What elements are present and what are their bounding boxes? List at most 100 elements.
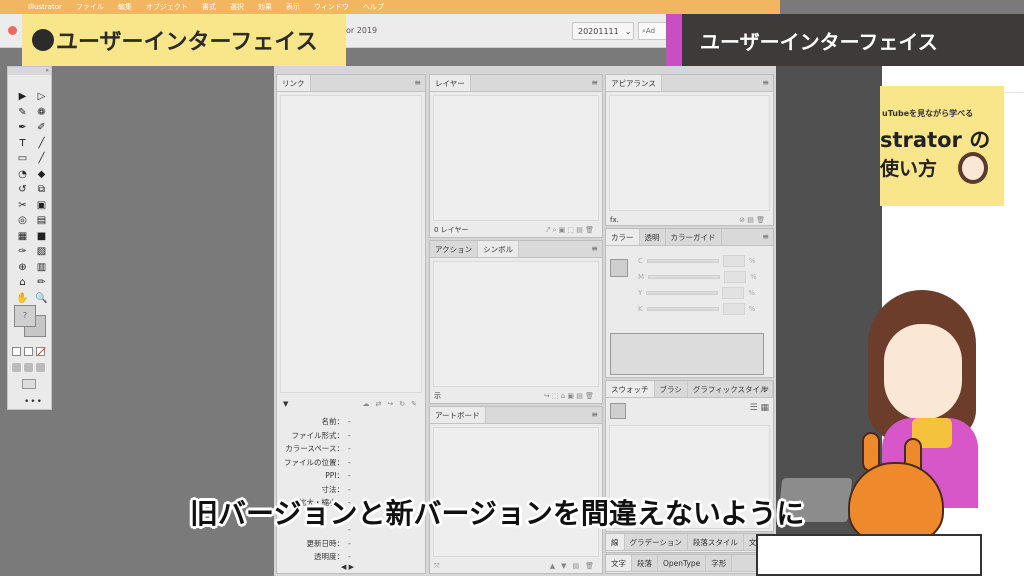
- close-window-button[interactable]: [8, 26, 17, 35]
- tab-color-guide[interactable]: カラーガイド: [666, 229, 722, 245]
- lasso-tool-icon[interactable]: ❁: [32, 105, 51, 121]
- tab-glyphs[interactable]: 字形: [706, 555, 733, 571]
- search-stock-input[interactable]: ⌕ Ad: [638, 22, 668, 40]
- menu-file[interactable]: ファイル: [76, 2, 104, 12]
- perspective-grid-tool-icon[interactable]: ▤: [32, 213, 51, 229]
- direct-selection-tool-icon[interactable]: ▷: [32, 89, 51, 105]
- fill-stroke-widget[interactable]: ?: [14, 305, 46, 337]
- width-tool-icon[interactable]: ✂: [13, 198, 32, 214]
- yellow-slider[interactable]: [646, 291, 719, 295]
- tab-layers[interactable]: レイヤー: [430, 75, 471, 91]
- rotate-tool-icon[interactable]: ↺: [13, 182, 32, 198]
- tools-panel-header[interactable]: «: [8, 67, 51, 75]
- free-transform-tool-icon[interactable]: ▣: [32, 198, 51, 214]
- tab-swatches[interactable]: スウォッチ: [606, 381, 655, 397]
- color-fill-stroke[interactable]: [610, 259, 628, 277]
- menu-type[interactable]: 書式: [202, 2, 216, 12]
- menu-effect[interactable]: 効果: [258, 2, 272, 12]
- tab-color[interactable]: カラー: [606, 229, 640, 245]
- panel-menu-icon[interactable]: ≡: [591, 244, 598, 253]
- tab-links[interactable]: リンク: [277, 75, 311, 91]
- cc-library-icon[interactable]: ☁: [363, 400, 370, 408]
- symbol-library-icon[interactable]: ⽰: [434, 391, 441, 401]
- line-tool-icon[interactable]: ╱: [32, 136, 51, 152]
- tab-stroke[interactable]: 線: [606, 534, 625, 550]
- tab-artboards[interactable]: アートボード: [430, 407, 486, 423]
- black-input[interactable]: [722, 303, 745, 315]
- yellow-input[interactable]: [722, 287, 745, 299]
- tab-brushes[interactable]: ブラシ: [655, 381, 688, 397]
- blend-tool-icon[interactable]: ▨: [32, 244, 51, 260]
- edit-toolbar-button[interactable]: •••: [24, 397, 43, 407]
- shaper-tool-icon[interactable]: ◔: [13, 167, 32, 183]
- none-button[interactable]: [36, 347, 45, 356]
- menu-illustrator[interactable]: Illustrator: [28, 3, 62, 11]
- draw-inside-icon[interactable]: [36, 363, 45, 372]
- color-button[interactable]: [12, 347, 21, 356]
- update-link-icon[interactable]: ↻: [399, 400, 405, 408]
- pen-tool-icon[interactable]: ✒: [13, 120, 32, 136]
- color-spectrum[interactable]: [610, 333, 764, 375]
- move-down-icon[interactable]: ▼: [561, 562, 566, 570]
- cyan-input[interactable]: [722, 255, 745, 267]
- goto-link-icon[interactable]: ↪: [387, 400, 393, 408]
- relink-icon[interactable]: ⇄: [376, 400, 382, 408]
- menu-window[interactable]: ウィンドウ: [314, 2, 349, 12]
- tab-character[interactable]: 文字: [606, 555, 632, 571]
- shape-builder-tool-icon[interactable]: ◎: [13, 213, 32, 229]
- expand-info-icon[interactable]: ▼: [277, 400, 288, 408]
- workspace-select[interactable]: 20201111 ⌄: [572, 22, 634, 40]
- draw-behind-icon[interactable]: [24, 363, 33, 372]
- black-slider[interactable]: [646, 307, 719, 311]
- rearrange-icon[interactable]: ⤧: [430, 562, 440, 571]
- tab-gradient[interactable]: グラデーション: [625, 534, 688, 550]
- selection-tool-icon[interactable]: ▶: [13, 89, 32, 105]
- magenta-input[interactable]: [724, 271, 747, 283]
- panel-menu-icon[interactable]: ≡: [414, 78, 421, 87]
- tab-transparency[interactable]: 透明: [640, 229, 666, 245]
- tab-paragraph-styles[interactable]: 段落スタイル: [688, 534, 744, 550]
- tab-actions[interactable]: アクション: [430, 241, 479, 257]
- delete-artboard-icon[interactable]: 🗑: [585, 562, 594, 570]
- menu-edit[interactable]: 編集: [118, 2, 132, 12]
- tab-appearance[interactable]: アピアランス: [606, 75, 662, 91]
- tab-symbols[interactable]: シンボル: [478, 241, 520, 257]
- swatch-fill-stroke[interactable]: [610, 403, 626, 419]
- menu-view[interactable]: 表示: [286, 2, 300, 12]
- type-tool-icon[interactable]: T: [13, 136, 32, 152]
- magic-wand-tool-icon[interactable]: ✎: [13, 105, 32, 121]
- eraser-tool-icon[interactable]: ◆: [32, 167, 51, 183]
- pager-arrows[interactable]: ◀ ▶: [341, 563, 354, 571]
- fill-swatch[interactable]: ?: [14, 305, 36, 327]
- menu-select[interactable]: 選択: [230, 2, 244, 12]
- eyedropper-tool-icon[interactable]: ✑: [13, 244, 32, 260]
- curvature-tool-icon[interactable]: ✐: [32, 120, 51, 136]
- panel-menu-icon[interactable]: ≡: [591, 410, 598, 419]
- panel-menu-icon[interactable]: ≡: [762, 384, 769, 393]
- move-up-icon[interactable]: ▲: [550, 562, 555, 570]
- zoom-tool-icon[interactable]: 🔍: [32, 291, 51, 307]
- tab-opentype[interactable]: OpenType: [658, 555, 707, 571]
- scale-tool-icon[interactable]: ⧉: [32, 182, 51, 198]
- screen-mode-icon[interactable]: [22, 379, 36, 389]
- paintbrush-tool-icon[interactable]: ╱: [32, 151, 51, 167]
- tab-graphic-styles[interactable]: グラフィックスタイル: [688, 381, 774, 397]
- mesh-tool-icon[interactable]: ▦: [13, 229, 32, 245]
- draw-normal-icon[interactable]: [12, 363, 21, 372]
- graph-tool-icon[interactable]: ▥: [32, 260, 51, 276]
- edit-original-icon[interactable]: ✎: [411, 400, 417, 408]
- panel-menu-icon[interactable]: ≡: [591, 78, 598, 87]
- magenta-slider[interactable]: [648, 275, 721, 279]
- tab-paragraph[interactable]: 段落: [632, 555, 658, 571]
- new-artboard-icon[interactable]: ▤: [572, 562, 579, 570]
- artboard-tool-icon[interactable]: ⌂: [13, 275, 32, 291]
- menu-object[interactable]: オブジェクト: [146, 2, 188, 12]
- slice-tool-icon[interactable]: ✏: [32, 275, 51, 291]
- symbol-sprayer-tool-icon[interactable]: ⊕: [13, 260, 32, 276]
- menu-help[interactable]: ヘルプ: [363, 2, 384, 12]
- rectangle-tool-icon[interactable]: ▭: [13, 151, 32, 167]
- panel-menu-icon[interactable]: ≡: [762, 232, 769, 241]
- hand-tool-icon[interactable]: ✋: [13, 291, 32, 307]
- view-toggle-icon[interactable]: ☰ ▦: [750, 403, 769, 413]
- panel-menu-icon[interactable]: ≡: [762, 78, 769, 87]
